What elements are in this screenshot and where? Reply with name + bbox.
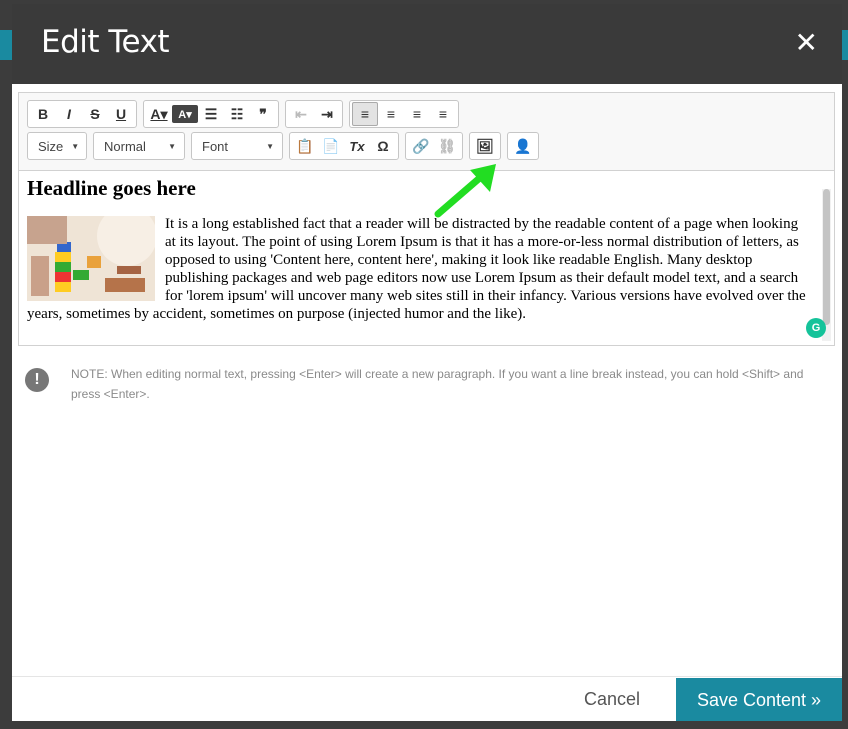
outdent-button[interactable]: ⇤ xyxy=(288,102,314,126)
alert-icon: ! xyxy=(25,368,49,392)
justify-button[interactable]: ≡ xyxy=(430,102,456,126)
editor-toolbar: B I S U A▾ A▾ ☰ ☷ ❞ ⇤ ⇥ ≡ ≡ ≡ ≡ Size ▼ Normal ▼ Font ▼… xyxy=(19,93,834,171)
note-text: NOTE: When editing normal text, pressing… xyxy=(71,367,804,401)
toolbar-group: 👤 xyxy=(507,132,539,160)
strikethrough-button[interactable]: S xyxy=(82,102,108,126)
dialog-title: Edit Text xyxy=(41,24,170,60)
align-right-button[interactable]: ≡ xyxy=(404,102,430,126)
toolbar-group: A▾ A▾ ☰ ☷ ❞ xyxy=(143,100,279,128)
chevron-down-icon: ▼ xyxy=(266,141,274,151)
chevron-down-icon: ▼ xyxy=(71,141,80,151)
format-dropdown[interactable]: Normal ▼ xyxy=(93,132,185,160)
size-dropdown[interactable]: Size ▼ xyxy=(27,132,87,160)
save-content-button[interactable]: Save Content » xyxy=(676,678,842,721)
bold-button[interactable]: B xyxy=(30,102,56,126)
dialog-footer: Cancel Save Content » xyxy=(12,676,842,721)
align-center-button[interactable]: ≡ xyxy=(378,102,404,126)
background-page-strip-right xyxy=(842,30,848,60)
italic-button[interactable]: I xyxy=(56,102,82,126)
cancel-button[interactable]: Cancel xyxy=(584,689,640,710)
close-icon[interactable]: ✕ xyxy=(795,26,818,59)
link-button[interactable]: 🔗 xyxy=(408,134,434,158)
edit-text-dialog: Edit Text ✕ B I S U A▾ A▾ ☰ ☷ ❞ ⇤ ⇥ ≡ ≡ ≡ ≡ Size ▼ Nor… xyxy=(12,4,842,721)
background-page-strip xyxy=(0,30,12,60)
toolbar-group: 🔗 ⛓ xyxy=(405,132,463,160)
toy-blocks-image xyxy=(27,216,155,301)
toolbar-group: 🖼 xyxy=(469,132,501,160)
rich-text-editor: B I S U A▾ A▾ ☰ ☷ ❞ ⇤ ⇥ ≡ ≡ ≡ ≡ Size ▼ Normal ▼ Font ▼… xyxy=(18,92,835,346)
image-button[interactable]: 🖼 xyxy=(472,134,498,158)
editor-scrollbar[interactable] xyxy=(822,189,831,341)
content-headline: Headline goes here xyxy=(27,176,196,200)
toolbar-group: 📋 📄 Tx Ω xyxy=(289,132,399,160)
toolbar-row-1: B I S U A▾ A▾ ☰ ☷ ❞ ⇤ ⇥ ≡ ≡ ≡ ≡ xyxy=(27,100,459,128)
content-image[interactable] xyxy=(27,216,155,301)
dialog-header: Edit Text ✕ xyxy=(12,4,842,84)
remove-format-button[interactable]: Tx xyxy=(344,134,370,158)
editing-note: ! NOTE: When editing normal text, pressi… xyxy=(25,364,825,404)
blockquote-button[interactable]: ❞ xyxy=(250,102,276,126)
align-left-button[interactable]: ≡ xyxy=(352,102,378,126)
placeholder-person-button[interactable]: 👤 xyxy=(510,134,536,158)
green-arrow-annotation xyxy=(434,164,496,218)
editor-content-area[interactable]: Headline goes here It is a long establis… xyxy=(19,172,819,346)
size-dropdown-label: Size xyxy=(38,138,64,154)
toolbar-group: ≡ ≡ ≡ ≡ xyxy=(349,100,459,128)
indent-button[interactable]: ⇥ xyxy=(314,102,340,126)
numbered-list-button[interactable]: ☷ xyxy=(224,102,250,126)
paste-button[interactable]: 📋 xyxy=(292,134,318,158)
grammarly-icon[interactable]: G xyxy=(806,318,826,338)
toolbar-row-2: Size ▼ Normal ▼ Font ▼ 📋 📄 Tx Ω 🔗 ⛓ 🖼 👤 xyxy=(27,132,539,160)
chevron-down-icon: ▼ xyxy=(168,141,176,151)
underline-button[interactable]: U xyxy=(108,102,134,126)
paste-from-word-button[interactable]: 📄 xyxy=(318,134,344,158)
format-dropdown-label: Normal xyxy=(104,138,146,154)
toolbar-group: ⇤ ⇥ xyxy=(285,100,343,128)
scrollbar-thumb[interactable] xyxy=(823,189,830,325)
font-dropdown-label: Font xyxy=(202,138,229,154)
font-dropdown[interactable]: Font ▼ xyxy=(191,132,283,160)
text-color-button[interactable]: A▾ xyxy=(146,102,172,126)
toolbar-group: BISU xyxy=(27,100,137,128)
special-character-button[interactable]: Ω xyxy=(370,134,396,158)
bulleted-list-button[interactable]: ☰ xyxy=(198,102,224,126)
unlink-button[interactable]: ⛓ xyxy=(434,134,460,158)
background-color-button[interactable]: A▾ xyxy=(172,105,198,123)
